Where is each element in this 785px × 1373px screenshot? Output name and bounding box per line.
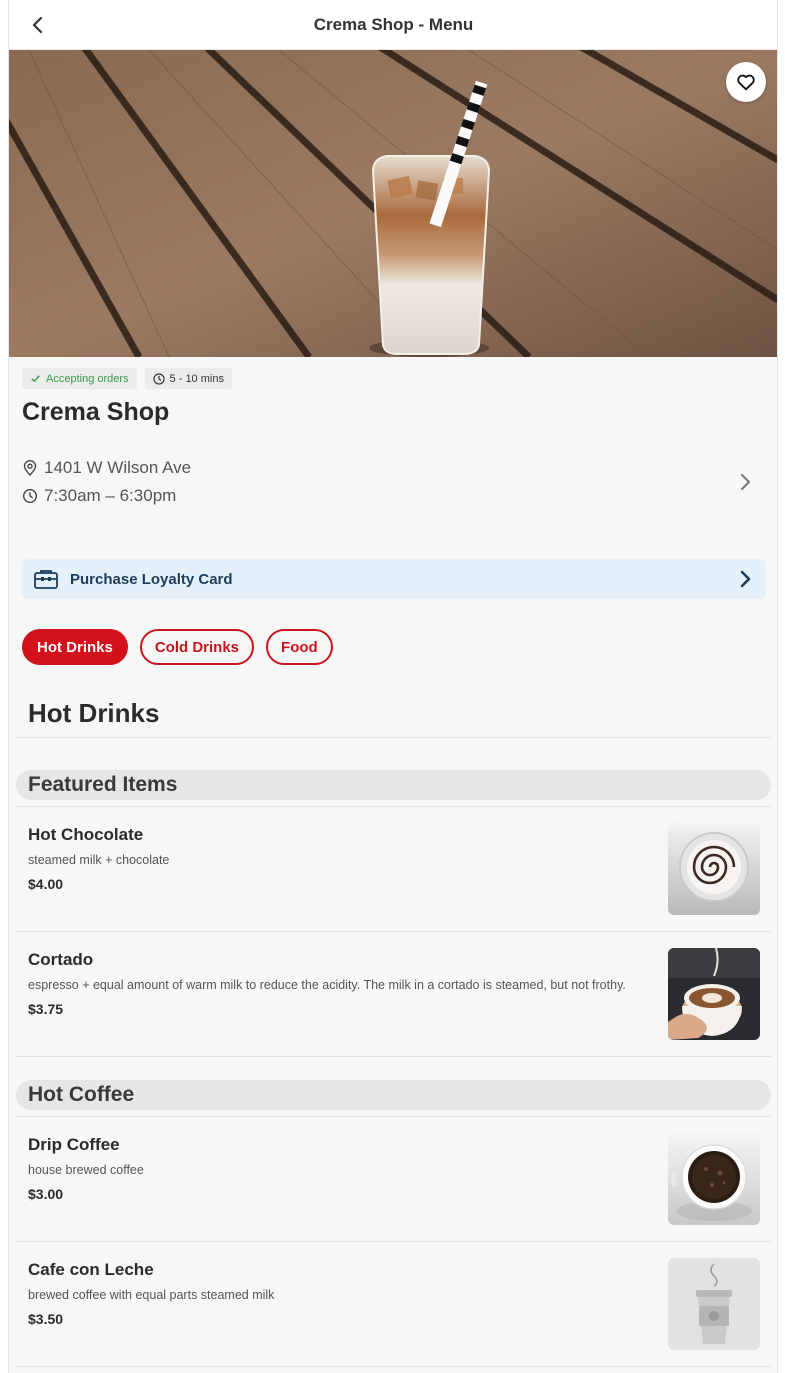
to-go-cup-placeholder (668, 1258, 760, 1350)
tab-cold-drinks[interactable]: Cold Drinks (139, 629, 255, 665)
item-name: Cortado (28, 950, 94, 969)
shop-status-badges: Accepting orders 5 - 10 mins (22, 368, 232, 389)
loyalty-card-icon (34, 569, 58, 589)
wait-time-text: 5 - 10 mins (169, 372, 224, 385)
favorite-button[interactable] (726, 62, 766, 102)
menu-item[interactable]: Cortado espresso + equal amount of warm … (16, 932, 771, 1057)
shop-info-link[interactable]: 1401 W Wilson Ave 7:30am – 6:30pm (9, 452, 777, 512)
chevron-right-icon (741, 474, 750, 490)
check-icon (31, 375, 40, 383)
menu-item[interactable]: Drip Coffee house brewed coffee $3.00 (16, 1117, 771, 1242)
wait-time-badge: 5 - 10 mins (144, 368, 232, 389)
heart-icon (737, 74, 755, 91)
menu-item[interactable]: Hot Chocolate steamed milk + chocolate $… (16, 807, 771, 932)
status-text: Accepting orders (46, 372, 129, 385)
purchase-loyalty-card-button[interactable]: Purchase Loyalty Card (22, 559, 766, 599)
tab-food[interactable]: Food (266, 629, 333, 665)
group-header-hot-coffee: Hot Coffee (16, 1080, 771, 1110)
address-row: 1401 W Wilson Ave (22, 458, 762, 478)
item-description: steamed milk + chocolate (28, 853, 170, 867)
shop-address: 1401 W Wilson Ave (44, 458, 192, 477)
drip-coffee-photo (668, 1133, 760, 1225)
accepting-orders-badge: Accepting orders (22, 368, 137, 389)
app-frame: Crema Shop - Menu Accepting orders 5 - 1… (8, 0, 778, 1373)
item-name: Drip Coffee (28, 1135, 120, 1154)
item-price: $3.50 (28, 1311, 64, 1327)
item-name: Hot Chocolate (28, 825, 144, 844)
item-price: $3.75 (28, 1001, 64, 1017)
item-description: brewed coffee with equal parts steamed m… (28, 1288, 275, 1302)
group-header-featured: Featured Items (16, 770, 771, 800)
shop-name: Crema Shop (22, 398, 170, 426)
menu-item[interactable]: Cafe con Leche brewed coffee with equal … (16, 1242, 771, 1367)
item-price: $3.00 (28, 1186, 64, 1202)
top-bar: Crema Shop - Menu (9, 0, 777, 50)
hot-chocolate-photo (668, 823, 760, 915)
item-description: espresso + equal amount of warm milk to … (28, 978, 626, 992)
item-price: $4.00 (28, 876, 64, 892)
divider (16, 737, 771, 738)
category-tabs: Hot Drinks Cold Drinks Food (22, 629, 333, 665)
cortado-photo (668, 948, 760, 1040)
divider (16, 1366, 771, 1367)
tab-hot-drinks[interactable]: Hot Drinks (22, 629, 128, 665)
chevron-right-icon (740, 570, 751, 588)
page-title: Crema Shop - Menu (313, 15, 474, 34)
location-pin-icon (23, 460, 37, 476)
clock-icon (152, 372, 165, 385)
to-go-cup-icon (696, 1263, 732, 1344)
item-name: Cafe con Leche (28, 1260, 154, 1279)
item-description: house brewed coffee (28, 1163, 144, 1177)
hours-row: 7:30am – 6:30pm (22, 486, 762, 506)
divider (16, 1056, 771, 1057)
shop-hours: 7:30am – 6:30pm (44, 486, 177, 505)
iced-latte-photo (9, 50, 777, 357)
clock-icon (22, 488, 38, 504)
menu-section-title: Hot Drinks (28, 698, 160, 728)
shop-hero-image (9, 50, 777, 357)
loyalty-label: Purchase Loyalty Card (70, 570, 233, 588)
